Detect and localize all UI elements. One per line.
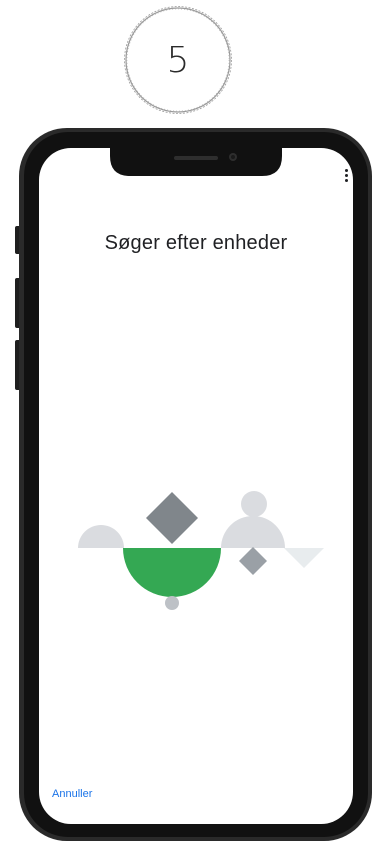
- shape-small-dot: [165, 596, 179, 610]
- shape-right-semicircle: [221, 516, 285, 548]
- step-number: 5: [166, 39, 190, 81]
- shape-left-semicircle: [78, 525, 124, 548]
- shape-right-circle: [241, 491, 267, 517]
- searching-devices-illustration: [78, 491, 324, 610]
- cancel-button[interactable]: Annuller: [52, 788, 92, 800]
- more-vert-icon[interactable]: [341, 169, 353, 187]
- page-title: Søger efter enheder: [104, 232, 288, 254]
- shape-small-diamond: [239, 547, 267, 575]
- shape-triangle: [284, 548, 324, 568]
- shape-diamond: [146, 492, 198, 544]
- shape-green-bowl: [123, 548, 221, 597]
